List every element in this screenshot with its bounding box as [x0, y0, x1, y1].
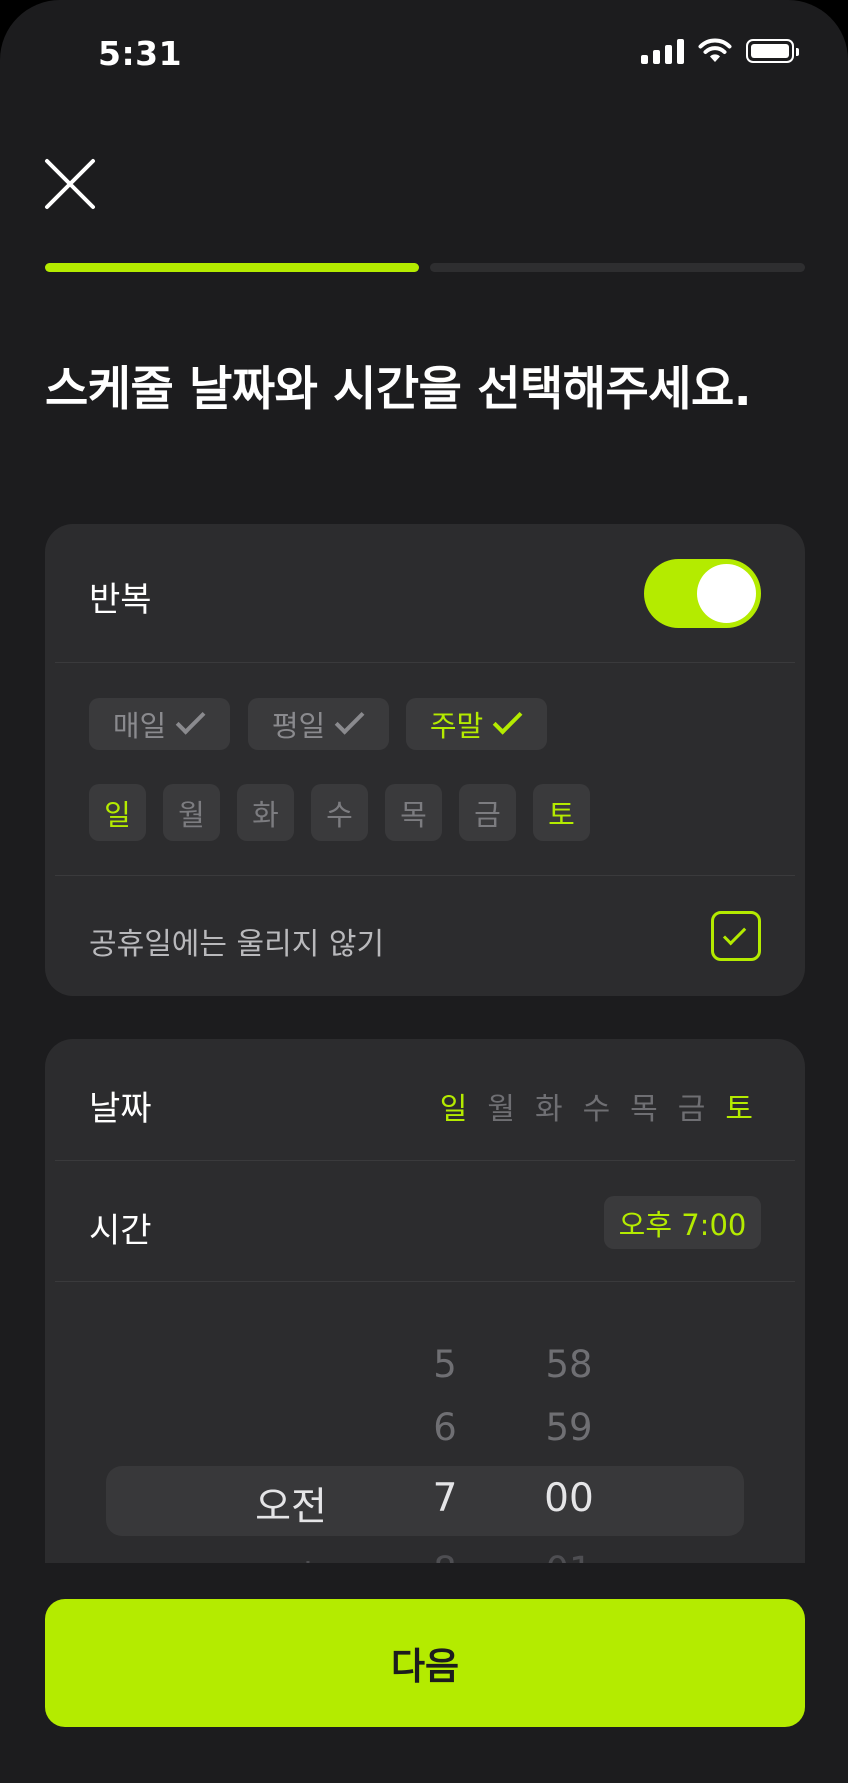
picker-minute-selected[interactable]: 00	[509, 1476, 629, 1521]
summary-day: 토	[725, 1092, 753, 1127]
preset-weekend-button[interactable]: 주말	[406, 698, 547, 750]
summary-day: 화	[534, 1092, 563, 1127]
picker-hour-item[interactable]: 6	[385, 1406, 505, 1449]
day-chip-tue[interactable]: 화	[237, 784, 294, 841]
picker-hour-item[interactable]: 5	[385, 1343, 505, 1386]
time-label: 시간	[89, 1211, 152, 1251]
day-chip-fri[interactable]: 금	[459, 784, 516, 841]
picker-period-selected[interactable]: 오전	[231, 1476, 351, 1532]
divider	[55, 1281, 795, 1282]
summary-day: 목	[630, 1092, 658, 1127]
check-icon	[334, 704, 365, 735]
preset-label: 주말	[429, 709, 484, 743]
preset-label: 평일	[271, 709, 326, 743]
day-chip-wed[interactable]: 수	[311, 784, 368, 841]
repeat-card: 반복 매일 평일 주말 일 월 화 수 목 금 토 공휴일에는 울리지 않기	[45, 524, 805, 996]
picker-minute-item[interactable]: 59	[509, 1406, 629, 1449]
time-value-button[interactable]: 오후 7:00	[604, 1196, 761, 1249]
progress-bar-track	[430, 263, 805, 272]
day-chip-sun[interactable]: 일	[89, 784, 146, 841]
summary-day: 일	[439, 1092, 468, 1127]
selected-days-summary[interactable]: 일 월 화 수 목 금 토	[440, 1084, 753, 1128]
check-icon	[492, 704, 523, 735]
wifi-icon	[698, 38, 732, 62]
day-chip-thu[interactable]: 목	[385, 784, 442, 841]
summary-day: 월	[487, 1092, 515, 1127]
check-icon	[722, 921, 747, 945]
summary-day: 금	[677, 1092, 706, 1127]
close-icon[interactable]	[44, 158, 96, 210]
next-button[interactable]: 다음	[45, 1599, 805, 1727]
picker-minute-item[interactable]: 58	[509, 1343, 629, 1386]
day-chip-mon[interactable]: 월	[163, 784, 220, 841]
preset-weekdays-button[interactable]: 평일	[248, 698, 389, 750]
holiday-skip-label: 공휴일에는 울리지 않기	[89, 927, 385, 962]
battery-icon	[746, 39, 799, 63]
divider	[55, 875, 795, 876]
day-chip-sat[interactable]: 토	[533, 784, 590, 841]
date-label: 날짜	[89, 1089, 152, 1129]
preset-daily-button[interactable]: 매일	[89, 698, 230, 750]
check-icon	[175, 704, 206, 735]
status-time: 5:31	[98, 34, 183, 73]
page-title: 스케줄 날짜와 시간을 선택해주세요.	[45, 362, 752, 417]
picker-hour-selected[interactable]: 7	[385, 1476, 505, 1521]
cellular-signal-icon	[641, 38, 684, 64]
app-screen: 5:31 스케줄 날짜와 시간을 선택해주세요. 반복 매일 평일 주말 일 월…	[0, 0, 848, 1783]
repeat-label: 반복	[89, 580, 152, 620]
toggle-knob	[697, 564, 756, 623]
summary-day: 수	[582, 1092, 611, 1127]
progress-bar-fill	[45, 263, 419, 272]
divider	[55, 662, 795, 663]
preset-label: 매일	[112, 709, 167, 743]
status-icons	[641, 38, 799, 64]
divider	[55, 1160, 795, 1161]
holiday-skip-checkbox[interactable]	[711, 911, 761, 961]
repeat-toggle[interactable]	[644, 559, 761, 628]
